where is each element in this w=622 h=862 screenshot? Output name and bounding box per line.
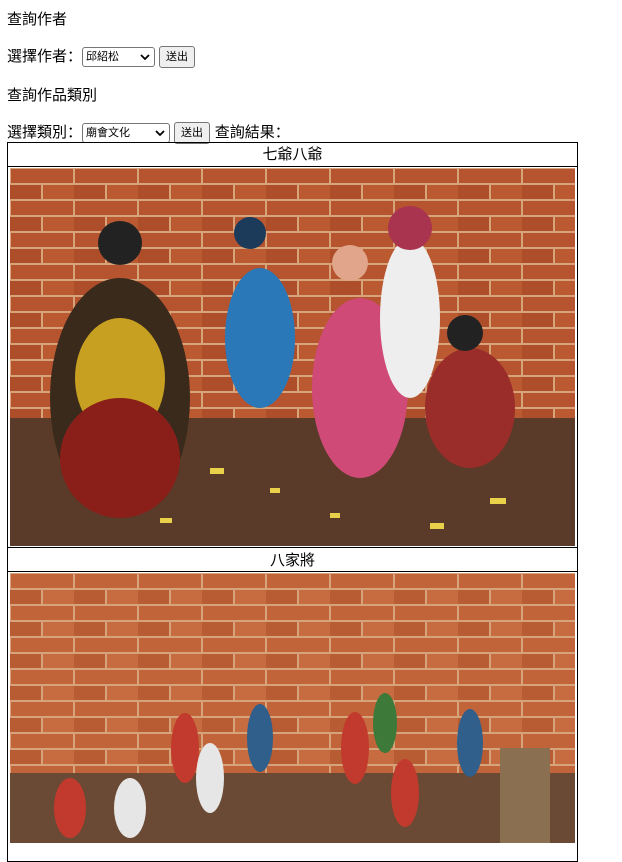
chevron-down-icon [155, 129, 165, 136]
result-label: 查詢結果： [214, 123, 290, 141]
author-select-row: 選擇作者： 邱紹松 送出 [7, 45, 196, 68]
divider [8, 547, 577, 548]
photo-bajiajiang [10, 573, 575, 843]
chevron-down-icon [140, 53, 150, 60]
category-select-label: 選擇類別： [7, 123, 83, 141]
photo-qiye-baye [10, 168, 575, 546]
category-submit-button[interactable]: 送出 [174, 121, 211, 144]
result-title: 七爺八爺 [262, 145, 323, 163]
results-table: 七爺八爺 八家將 [7, 142, 578, 862]
category-section-heading: 查詢作品類別 [7, 86, 98, 104]
photo-image [10, 168, 575, 546]
divider [8, 571, 577, 572]
author-select-label: 選擇作者： [7, 47, 83, 65]
category-select-row: 選擇類別： 廟會文化 送出 查詢結果： [7, 121, 290, 144]
result-title: 八家將 [269, 551, 315, 569]
photo-image [10, 573, 575, 843]
author-select[interactable]: 邱紹松 [82, 46, 156, 67]
divider [8, 166, 577, 167]
category-select[interactable]: 廟會文化 [82, 122, 171, 143]
author-section-heading: 查詢作者 [7, 10, 68, 28]
author-submit-button[interactable]: 送出 [159, 45, 196, 68]
